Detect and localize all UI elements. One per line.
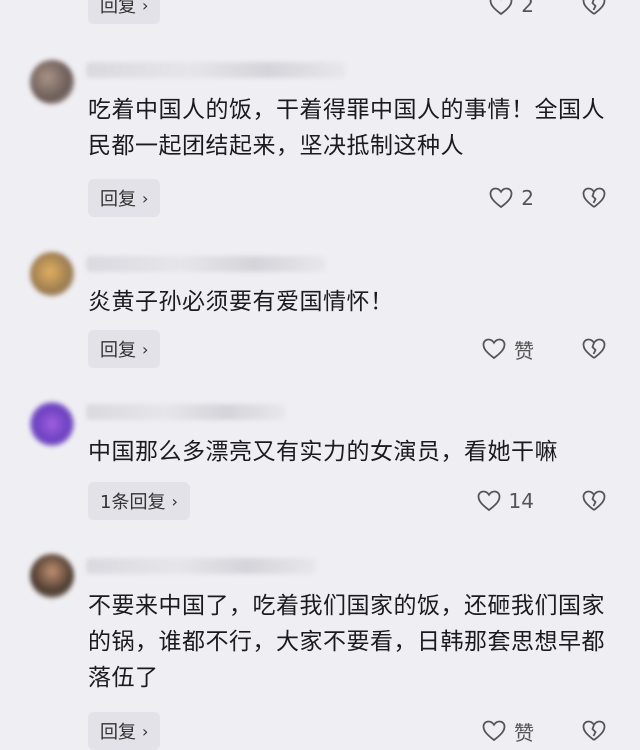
dislike-button[interactable] <box>582 482 606 520</box>
comment-text: 不要来中国了，吃着我们国家的饭，还砸我们国家的锅，谁都不行，大家不要看，日韩那套… <box>88 593 605 691</box>
dislike-button[interactable] <box>582 179 606 217</box>
avatar[interactable] <box>30 252 74 296</box>
like-button[interactable]: 赞 <box>482 330 534 368</box>
reply-button[interactable]: 1条回复 › <box>88 482 190 520</box>
avatar[interactable] <box>30 554 74 598</box>
dislike-button[interactable] <box>582 712 606 750</box>
like-button[interactable]: 2 <box>489 0 534 24</box>
avatar[interactable] <box>30 60 74 104</box>
like-count: 14 <box>508 489 534 513</box>
avatar[interactable] <box>30 402 74 446</box>
like-button[interactable]: 赞 <box>482 712 534 750</box>
chevron-right-icon: › <box>142 188 149 208</box>
username-blurred[interactable] <box>86 404 286 420</box>
broken-heart-icon <box>582 338 606 359</box>
chevron-right-icon: › <box>142 0 149 15</box>
like-button[interactable]: 2 <box>489 179 534 217</box>
reply-label: 1条回复 <box>100 492 166 513</box>
username-blurred[interactable] <box>86 256 326 272</box>
reply-button[interactable]: 回复 › <box>88 712 161 750</box>
heart-outline-icon <box>482 338 506 360</box>
heart-outline-icon <box>477 490 500 512</box>
broken-heart-icon <box>582 720 606 741</box>
chevron-right-icon: › <box>171 491 178 511</box>
chevron-right-icon: › <box>142 339 149 359</box>
dislike-button[interactable] <box>582 0 606 24</box>
heart-outline-icon <box>489 187 513 209</box>
like-count: 赞 <box>514 338 534 363</box>
reply-label: 回复 <box>100 0 136 17</box>
broken-heart-icon <box>582 0 606 15</box>
username-blurred[interactable] <box>86 62 346 78</box>
heart-outline-icon <box>489 0 513 16</box>
username-blurred[interactable] <box>86 558 316 574</box>
reply-label: 回复 <box>100 340 136 361</box>
like-button[interactable]: 14 <box>477 482 534 520</box>
reply-button[interactable]: 回复 › <box>88 0 161 24</box>
reply-button[interactable]: 回复 › <box>88 330 161 368</box>
reply-label: 回复 <box>100 189 136 210</box>
reply-button[interactable]: 回复 › <box>88 179 161 217</box>
broken-heart-icon <box>582 187 606 208</box>
like-count: 2 <box>521 0 534 17</box>
comment-text: 中国那么多漂亮又有实力的女演员，看她干嘛 <box>88 439 558 465</box>
reply-label: 回复 <box>100 722 136 743</box>
dislike-button[interactable] <box>582 330 606 368</box>
like-count: 2 <box>521 186 534 210</box>
comment-text: 炎黄子孙必须要有爱国情怀！ <box>88 289 394 315</box>
like-count: 赞 <box>514 720 534 745</box>
comment-text: 吃着中国人的饭，干着得罪中国人的事情！全国人民都一起团结起来，坚决抵制这种人 <box>88 97 605 159</box>
heart-outline-icon <box>482 720 506 742</box>
chevron-right-icon: › <box>142 721 149 741</box>
broken-heart-icon <box>582 490 606 511</box>
